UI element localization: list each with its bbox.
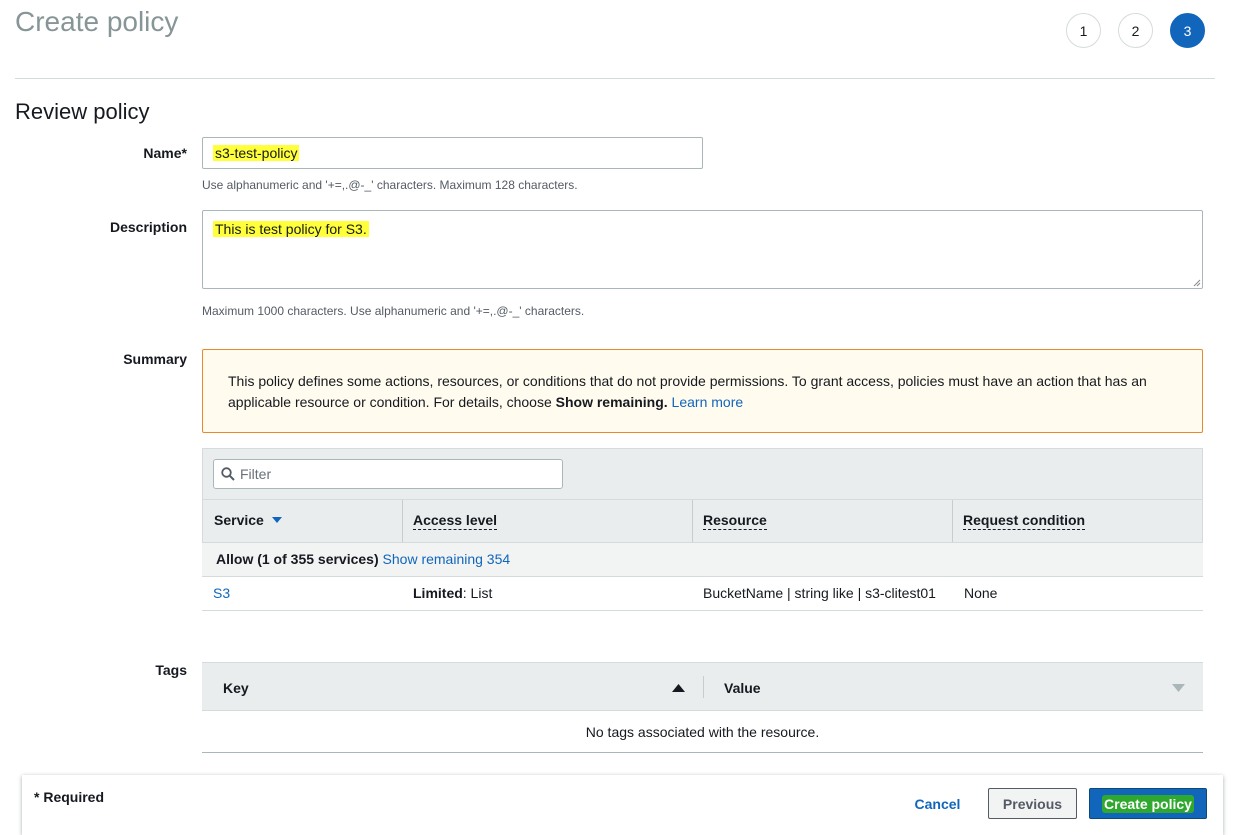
tags-column-value[interactable]: Value [724,680,761,696]
access-level-bold: Limited [413,585,463,601]
page-title: Create policy [15,6,179,37]
description-hint: Maximum 1000 characters. Use alphanumeri… [202,304,585,318]
condition-cell: None [964,585,998,601]
name-hint: Use alphanumeric and '+=,.@-_' character… [202,178,578,192]
step-3[interactable]: 3 [1170,13,1205,48]
column-request-condition[interactable]: Request condition [963,512,1086,530]
column-separator [692,500,693,542]
group-label: Allow (1 of 355 services) [216,551,379,567]
column-access-level[interactable]: Access level [413,512,498,530]
name-label: Name* [143,145,187,161]
description-label: Description [109,219,187,235]
create-policy-button[interactable]: Create policy [1089,788,1207,819]
permissions-notice: This policy defines some actions, resour… [202,349,1203,433]
summary-label: Summary [123,351,187,367]
filter-placeholder: Filter [240,466,272,482]
access-level-rest: : List [462,585,493,601]
description-field[interactable]: This is test policy for S3. [202,210,1203,289]
search-icon [221,467,235,481]
column-resource-label: Resource [703,512,767,530]
create-policy-label: Create policy [1102,794,1194,813]
column-request-condition-label: Request condition [963,512,1086,530]
step-2[interactable]: 2 [1118,13,1153,48]
required-note: * Required [34,789,105,805]
tags-empty-message: No tags associated with the resource. [202,711,1203,753]
column-separator [703,676,704,698]
previous-button[interactable]: Previous [988,788,1077,819]
cancel-button[interactable]: Cancel [905,789,970,819]
column-service[interactable]: Service [214,512,282,528]
table-row: S3 Limited: List BucketName | string lik… [202,577,1203,611]
learn-more-link[interactable]: Learn more [672,394,744,410]
resource-cell: BucketName | string like | s3-clitest01 [703,585,936,601]
column-access-level-label: Access level [413,512,498,530]
resize-handle-icon[interactable] [1193,279,1201,287]
sort-ascending-icon[interactable] [672,684,685,692]
header-row-divider [202,499,1203,500]
name-value: s3-test-policy [213,145,300,161]
sort-unsorted-icon[interactable] [1172,684,1185,692]
section-title: Review policy [15,99,150,124]
group-row: Allow (1 of 355 services) Show remaining… [202,543,1203,577]
sort-descending-icon [271,517,282,523]
tags-column-key[interactable]: Key [223,680,249,696]
tags-label: Tags [155,662,187,678]
column-separator [952,500,953,542]
service-link[interactable]: S3 [213,585,230,601]
tags-table-header: Key Value [202,662,1203,711]
access-level-cell: Limited: List [413,585,492,601]
description-value: This is test policy for S3. [213,221,369,237]
name-field[interactable]: s3-test-policy [202,137,703,169]
header-divider [15,78,1215,79]
column-service-label: Service [214,512,264,528]
show-remaining-link[interactable]: Show remaining 354 [383,551,511,567]
filter-input[interactable]: Filter [213,459,563,489]
column-separator [402,500,403,542]
column-resource[interactable]: Resource [703,512,767,530]
step-1[interactable]: 1 [1066,13,1101,48]
notice-bold: Show remaining. [555,394,668,410]
